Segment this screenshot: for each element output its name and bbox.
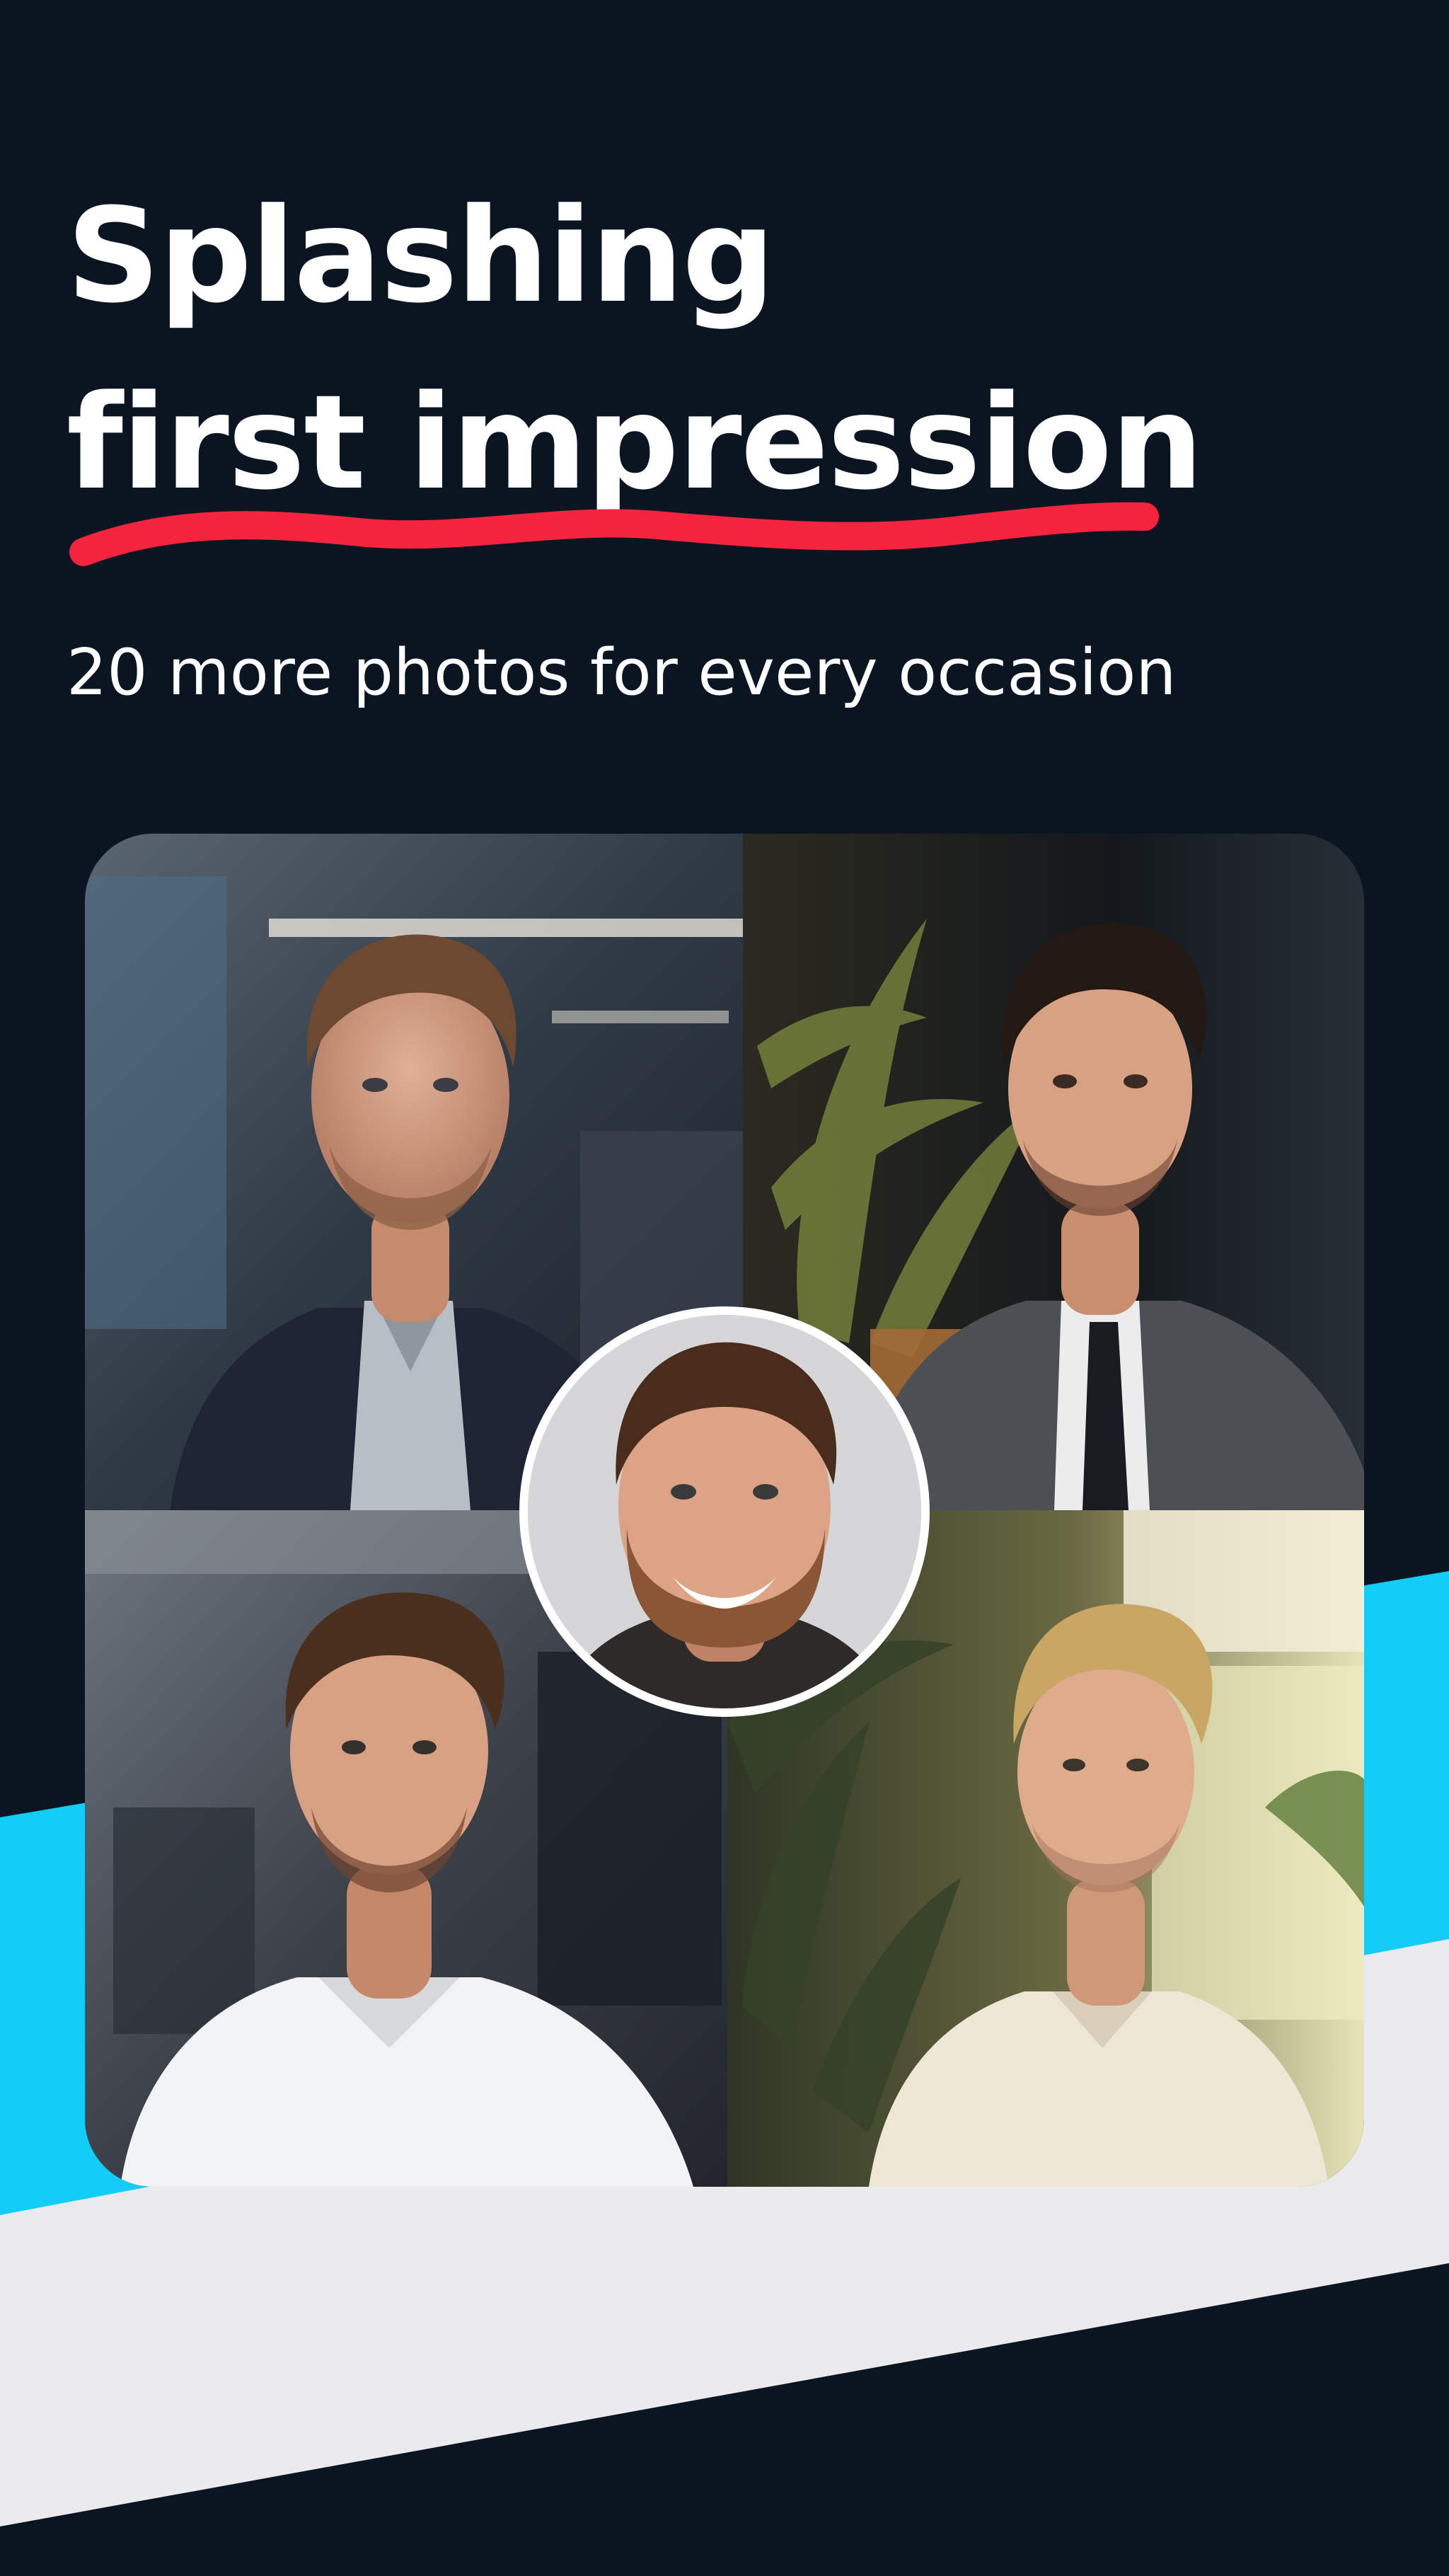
subtitle: 20 more photos for every occasion: [67, 636, 1177, 710]
promo-screen: Splashing first impression 20 more photo…: [0, 0, 1449, 2576]
headline: Splashing first impression: [67, 163, 1203, 536]
headline-line-1: Splashing: [67, 180, 775, 332]
wavy-underline: [69, 502, 1159, 566]
source-selfie-avatar: [519, 1306, 930, 1717]
person-portrait-icon: [528, 1315, 921, 1708]
